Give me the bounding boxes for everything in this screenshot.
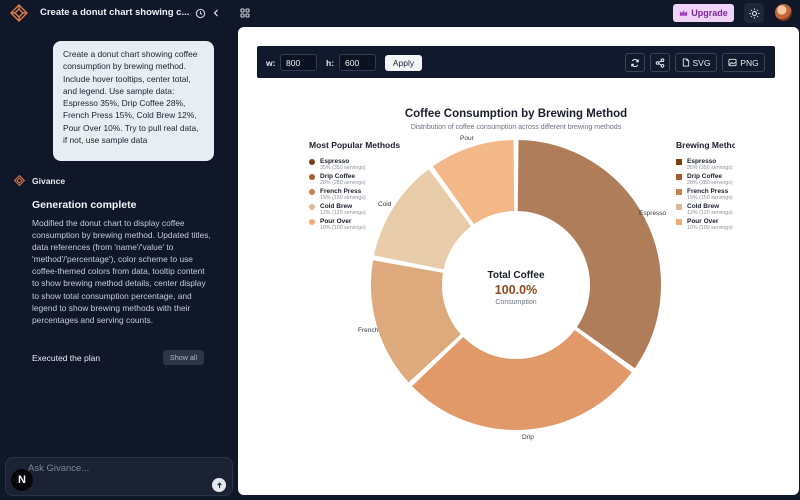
legend-item-french[interactable]: French Press 15% (150 servings) <box>687 188 733 202</box>
legend-item-name: French Press <box>687 188 729 195</box>
legend-item-name: Pour Over <box>320 218 352 225</box>
legend-item-detail: 28% (280 servings) <box>320 180 366 186</box>
legend-item-drip[interactable]: Drip Coffee 28% (280 servings) <box>687 173 733 187</box>
legend-item-detail: 12% (120 servings) <box>320 210 366 216</box>
legend-item-espresso[interactable]: Espresso 35% (350 servings) <box>320 158 366 172</box>
legend-item-cold[interactable]: Cold Brew 12% (120 servings) <box>687 203 733 217</box>
legend-swatch <box>676 204 682 210</box>
legend-item-name: Pour Over <box>687 218 719 225</box>
legend-item-name: Cold Brew <box>687 203 720 210</box>
right-legend-title: Brewing Methods <box>676 140 735 150</box>
legend-item-detail: 10% (100 servings) <box>687 225 733 231</box>
legend-item-name: Drip Coffee <box>320 173 356 180</box>
legend-item-pour[interactable]: Pour Over 10% (100 servings) <box>320 218 366 232</box>
center-value: 100.0% <box>494 283 538 297</box>
legend-item-pour[interactable]: Pour Over 10% (100 servings) <box>687 218 733 232</box>
left-legend-title: Most Popular Methods <box>309 140 401 150</box>
slice-label-espresso: Espresso <box>639 210 667 217</box>
donut-chart <box>369 137 663 432</box>
legend-swatch <box>676 189 682 195</box>
legend-item-cold[interactable]: Cold Brew 12% (120 servings) <box>320 203 366 217</box>
legend-item-espresso[interactable]: Espresso 35% (350 servings) <box>687 158 733 172</box>
legend-swatch <box>309 174 315 180</box>
legend-item-name: Espresso <box>687 158 717 165</box>
legend-item-detail: 35% (350 servings) <box>687 165 733 171</box>
center-label: Consumption <box>495 299 537 306</box>
slice-label-french: French <box>358 327 379 334</box>
donut-slice-espresso[interactable] <box>515 137 663 371</box>
legend-swatch <box>309 219 315 225</box>
legend-item-french[interactable]: French Press 15% (150 servings) <box>320 188 366 202</box>
legend-item-name: Drip Coffee <box>687 173 723 180</box>
legend-item-name: Espresso <box>320 158 350 165</box>
legend-item-detail: 15% (150 servings) <box>687 195 733 201</box>
legend-swatch <box>309 189 315 195</box>
center-title: Total Coffee <box>487 270 545 281</box>
slice-label-drip: Drip <box>522 434 534 441</box>
legend-item-detail: 35% (350 servings) <box>320 165 366 171</box>
legend-swatch <box>676 219 682 225</box>
legend-swatch <box>676 159 682 165</box>
legend-item-detail: 28% (280 servings) <box>687 180 733 186</box>
legend-swatch <box>309 204 315 210</box>
legend-item-detail: 12% (120 servings) <box>687 210 733 216</box>
legend-swatch <box>309 159 315 165</box>
legend-item-detail: 10% (100 servings) <box>320 225 366 231</box>
legend-item-detail: 15% (150 servings) <box>320 195 366 201</box>
legend-item-name: French Press <box>320 188 362 195</box>
slice-label-cold: Cold <box>378 201 392 208</box>
right-legend: Brewing Methods Espresso35% (350 serving… <box>676 135 735 235</box>
slice-label-pour: Pour <box>460 135 474 142</box>
legend-item-name: Cold Brew <box>320 203 353 210</box>
legend-swatch <box>676 174 682 180</box>
legend-item-drip[interactable]: Drip Coffee 28% (280 servings) <box>320 173 366 187</box>
